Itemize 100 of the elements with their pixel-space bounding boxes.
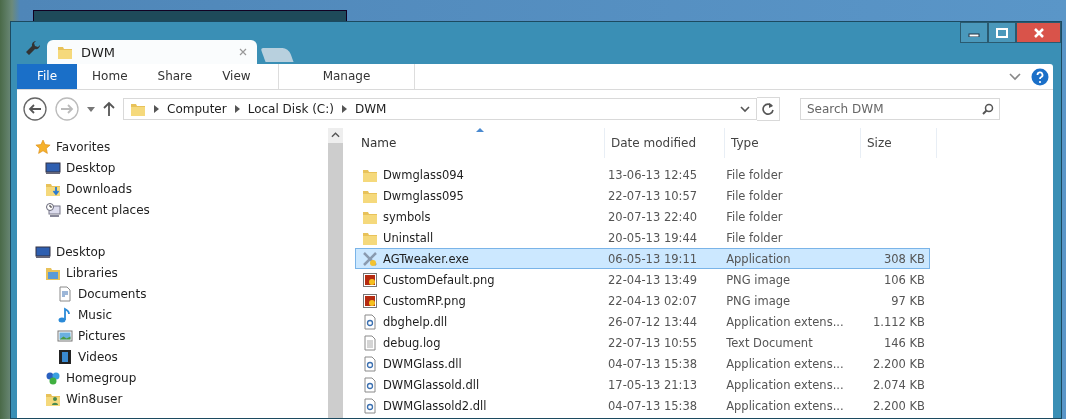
- date-cell-text: 06-05-13 19:11: [607, 251, 699, 266]
- file-row[interactable]: Uninstall 20-05-13 19:44 File folder: [355, 227, 930, 248]
- close-icon[interactable]: [239, 48, 247, 56]
- ribbon-tab[interactable]: Home: [77, 64, 143, 89]
- window-tab[interactable]: DWM: [47, 40, 257, 64]
- type-cell-text: File folder: [725, 167, 784, 182]
- date-cell-text: 26-07-12 13:44: [607, 314, 699, 329]
- ribbon-tab[interactable]: View: [207, 64, 266, 89]
- type-cell-text: Text Document: [725, 335, 814, 350]
- date-cell-text: 17-05-13 21:13: [607, 377, 699, 392]
- navigation-item[interactable]: Documents: [35, 283, 325, 304]
- dropdown-icon[interactable]: [87, 106, 95, 112]
- navigation-item[interactable]: Downloads: [35, 178, 325, 199]
- size-cell: 97 KB: [891, 293, 925, 308]
- navigation-item[interactable]: Libraries: [35, 262, 325, 283]
- file-name: CustomRP.png: [383, 293, 466, 308]
- navigation-item[interactable]: Music: [35, 304, 325, 325]
- search-field[interactable]: Search DWM: [800, 98, 1000, 120]
- file-tab[interactable]: File: [17, 64, 78, 89]
- navigation-item[interactable]: Favorites: [35, 136, 325, 157]
- close-button[interactable]: [1016, 22, 1061, 43]
- navigation-item[interactable]: Desktop: [35, 241, 325, 262]
- help-icon[interactable]: [1031, 67, 1049, 86]
- file-row[interactable]: AGTweaker.exe 06-05-13 19:11 Application 308 KB: [355, 248, 930, 269]
- dll-file-icon: [362, 397, 378, 414]
- column-header[interactable]: Name: [355, 128, 605, 158]
- file-row[interactable]: debug.log 22-07-13 10:55 Text Document 146 KB: [355, 332, 930, 353]
- column-header[interactable]: Size: [861, 128, 937, 158]
- type-cell-text: File folder: [725, 230, 784, 245]
- address-bar[interactable]: Computer Local Disk (C:) DWM: [123, 98, 757, 120]
- size-cell: 146 KB: [883, 335, 925, 350]
- type-cell-text: PNG image: [725, 272, 792, 287]
- music-note-icon: [57, 306, 73, 323]
- history-dropdown-icon[interactable]: [740, 105, 750, 113]
- refresh-icon: [761, 102, 775, 116]
- file-name: Dwmglass094: [383, 167, 464, 182]
- column-header[interactable]: Date modified: [605, 128, 725, 158]
- file-row[interactable]: DWMGlass.dll 04-07-13 15:38 Application extens... 2.200 KB: [355, 353, 930, 374]
- back-icon[interactable]: [23, 97, 47, 121]
- navigation-item[interactable]: Desktop: [35, 157, 325, 178]
- file-row[interactable]: Dwmglass095 22-07-13 10:57 File folder: [355, 185, 930, 206]
- type-cell-text: PNG image: [725, 293, 792, 308]
- dll-file-icon: [362, 355, 378, 372]
- file-row[interactable]: CustomDefault.png 22-04-13 13:49 PNG image 106 KB: [355, 269, 930, 290]
- monitor-icon: [35, 243, 51, 260]
- file-row[interactable]: DWMGlassold.dll 17-05-13 21:13 Application extens... 2.074 KB: [355, 374, 930, 395]
- file-row[interactable]: symbols 20-07-13 22:40 File folder: [355, 206, 930, 227]
- file-name: DWMGlass.dll: [383, 356, 462, 371]
- file-name: DWMGlassold2.dll: [383, 398, 487, 413]
- close-icon: [1032, 27, 1045, 38]
- file-name: dbghelp.dll: [383, 314, 448, 329]
- navigation-item[interactable]: Homegroup: [35, 367, 325, 388]
- breadcrumb[interactable]: DWM: [354, 102, 387, 116]
- type-cell-text: File folder: [725, 209, 784, 224]
- navigation-item[interactable]: Recent places: [35, 199, 325, 220]
- file-row[interactable]: CustomRP.png 22-04-13 02:07 PNG image 97 KB: [355, 290, 930, 311]
- file-name: symbols: [383, 209, 431, 224]
- size-cell: 2.200 KB: [872, 398, 925, 413]
- application-icon: [362, 250, 378, 267]
- date-cell-text: 13-06-13 12:45: [607, 167, 699, 182]
- up-arrow-icon[interactable]: [103, 101, 115, 117]
- file-row[interactable]: dbghelp.dll 26-07-12 13:44 Application extens... 1.112 KB: [355, 311, 930, 332]
- ribbon-tab[interactable]: Manage: [277, 64, 416, 89]
- size-cell: 308 KB: [883, 251, 925, 266]
- wrench-icon[interactable]: [25, 40, 41, 56]
- scrollbar[interactable]: [328, 128, 343, 418]
- folder-icon: [130, 101, 146, 117]
- date-cell-text: 22-04-13 13:49: [607, 272, 699, 287]
- type-cell-text: Application extens...: [725, 356, 845, 371]
- file-row[interactable]: Dwmglass094 13-06-13 12:45 File folder: [355, 164, 930, 185]
- file-row[interactable]: DWMGlassold2.dll 04-07-13 15:38 Application extens... 2.200 KB: [355, 395, 930, 416]
- image-file-icon: [362, 292, 378, 309]
- date-cell-text: 20-05-13 19:44: [607, 230, 699, 245]
- expand-ribbon-icon[interactable]: [1009, 72, 1021, 81]
- breadcrumb[interactable]: Local Disk (C:): [247, 102, 334, 116]
- column-header[interactable]: Type: [725, 128, 861, 158]
- navigation-item[interactable]: Pictures: [35, 325, 325, 346]
- chevron-right-icon: [234, 105, 240, 113]
- file-name: CustomDefault.png: [383, 272, 495, 287]
- type-cell-text: Application extens...: [725, 398, 845, 413]
- navigation-item[interactable]: Videos: [35, 346, 325, 367]
- size-cell: 1.112 KB: [872, 314, 925, 329]
- size-cell: 2.074 KB: [872, 377, 925, 392]
- ribbon-tab[interactable]: Share: [142, 64, 208, 89]
- chevron-right-icon: [154, 105, 159, 113]
- refresh-button[interactable]: [757, 97, 780, 121]
- date-cell-text: 22-07-13 10:55: [607, 335, 699, 350]
- type-cell-text: Application extens...: [725, 314, 845, 329]
- document-icon: [57, 285, 73, 302]
- monitor-icon: [45, 159, 61, 176]
- scroll-up-icon[interactable]: [331, 132, 340, 138]
- dll-file-icon: [362, 376, 378, 393]
- tab-title: DWM: [81, 44, 117, 60]
- file-name: debug.log: [383, 335, 441, 350]
- maximize-button[interactable]: [988, 22, 1016, 43]
- navigation-item[interactable]: Win8user: [35, 388, 325, 409]
- breadcrumb[interactable]: Computer: [167, 102, 227, 116]
- type-cell-text: File folder: [725, 188, 784, 203]
- star-icon: [35, 138, 51, 155]
- file-name: Dwmglass095: [383, 188, 464, 203]
